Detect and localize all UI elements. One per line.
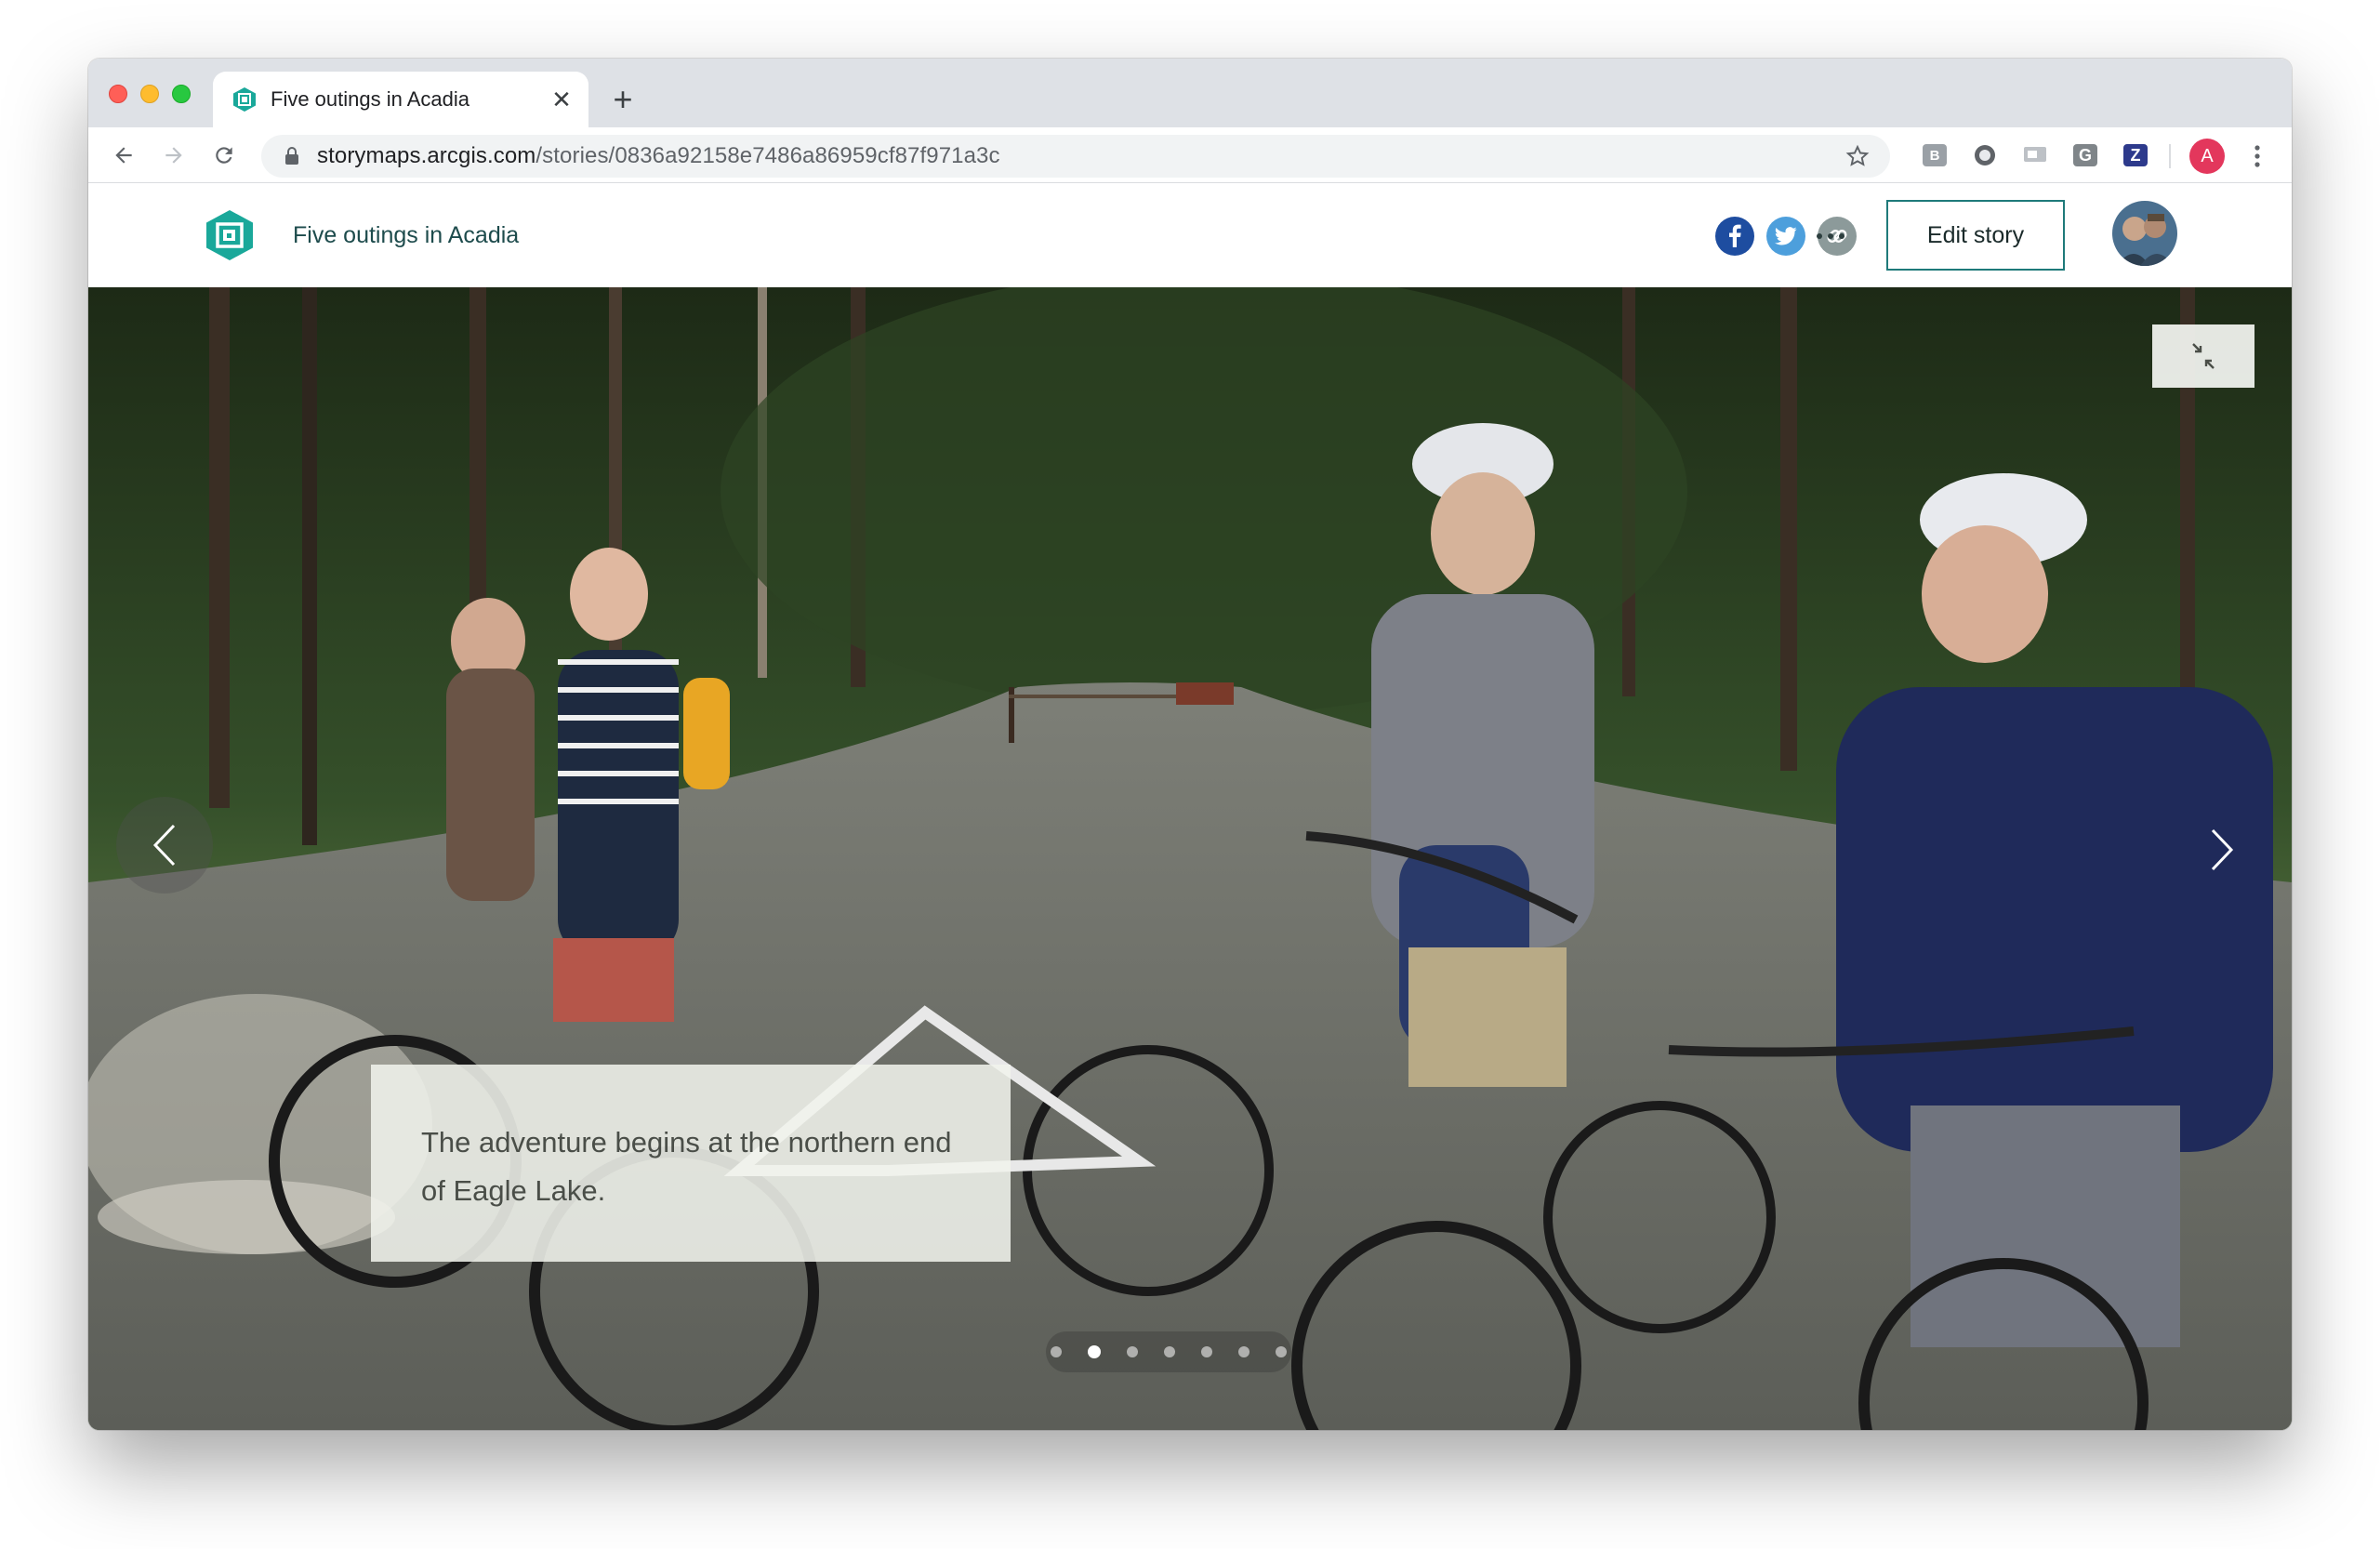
browser-tab[interactable]: Five outings in Acadia ✕ xyxy=(213,72,588,127)
back-button[interactable] xyxy=(105,137,142,174)
new-tab-button[interactable]: + xyxy=(604,81,641,118)
exit-fullscreen-button[interactable] xyxy=(2152,324,2254,388)
browser-menu-icon[interactable] xyxy=(2243,140,2271,172)
chevron-left-icon xyxy=(152,824,176,867)
maximize-window-button[interactable] xyxy=(172,85,191,103)
collapse-icon xyxy=(2192,343,2215,369)
toolbar-separator xyxy=(2169,144,2171,168)
twitter-icon[interactable] xyxy=(1766,217,1805,256)
slide-dot-7[interactable] xyxy=(1276,1346,1287,1357)
address-bar[interactable]: storymaps.arcgis.com/stories/0836a92158e… xyxy=(261,135,1890,178)
tab-title: Five outings in Acadia xyxy=(271,87,470,111)
user-avatar[interactable] xyxy=(2112,201,2177,266)
edit-story-button[interactable]: Edit story xyxy=(1886,200,2065,271)
slide-dot-4[interactable] xyxy=(1164,1346,1175,1357)
forward-button[interactable] xyxy=(155,137,192,174)
previous-slide-button[interactable] xyxy=(116,797,213,894)
browser-window: Five outings in Acadia ✕ + storymaps.arc… xyxy=(88,59,2292,1430)
browser-toolbar: storymaps.arcgis.com/stories/0836a92158e… xyxy=(88,127,2292,183)
next-slide-button[interactable] xyxy=(2189,808,2254,892)
close-window-button[interactable] xyxy=(109,85,127,103)
url-text[interactable]: storymaps.arcgis.com/stories/0836a92158e… xyxy=(317,143,1844,169)
reload-icon xyxy=(216,147,232,164)
story-title: Five outings in Acadia xyxy=(293,222,520,248)
slide-dot-6[interactable] xyxy=(1238,1346,1250,1357)
slide-dot-3[interactable] xyxy=(1127,1346,1138,1357)
slideshow: The adventure begins at the northern end… xyxy=(88,287,2292,1430)
extension-cast-icon[interactable] xyxy=(2022,142,2048,168)
storymaps-logo-icon[interactable] xyxy=(205,209,254,261)
minimize-window-button[interactable] xyxy=(140,85,159,103)
facebook-icon[interactable] xyxy=(1715,217,1754,256)
arrow-right-icon xyxy=(165,147,182,164)
extension-circle-icon[interactable] xyxy=(1972,142,1998,168)
more-options-icon[interactable] xyxy=(1808,218,1853,254)
extension-b-icon[interactable]: B xyxy=(1922,142,1948,168)
slide-dot-1[interactable] xyxy=(1051,1346,1062,1357)
lock-icon xyxy=(282,146,302,166)
bookmark-star-icon[interactable] xyxy=(1844,142,1871,170)
tab-close-icon[interactable]: ✕ xyxy=(546,84,577,115)
extension-g-icon[interactable]: G xyxy=(2072,142,2098,168)
slide-dot-5[interactable] xyxy=(1201,1346,1212,1357)
chevron-right-icon xyxy=(2211,828,2234,871)
url-host: storymaps.arcgis.com xyxy=(317,143,536,168)
slide-indicator xyxy=(1046,1331,1291,1372)
arrow-left-icon xyxy=(115,147,132,164)
storymaps-favicon-icon xyxy=(233,87,256,112)
tab-strip: Five outings in Acadia ✕ + xyxy=(88,59,2292,127)
reload-button[interactable] xyxy=(205,137,243,174)
extension-z-icon[interactable]: Z xyxy=(2122,142,2149,168)
slide-dot-2[interactable] xyxy=(1088,1345,1101,1358)
url-path: /stories/0836a92158e7486a86959cf87f971a3… xyxy=(536,143,1000,168)
slide-caption: The adventure begins at the northern end… xyxy=(371,1065,1011,1262)
profile-avatar[interactable]: A xyxy=(2189,139,2225,174)
story-header: Five outings in Acadia Edit story xyxy=(88,183,2292,287)
